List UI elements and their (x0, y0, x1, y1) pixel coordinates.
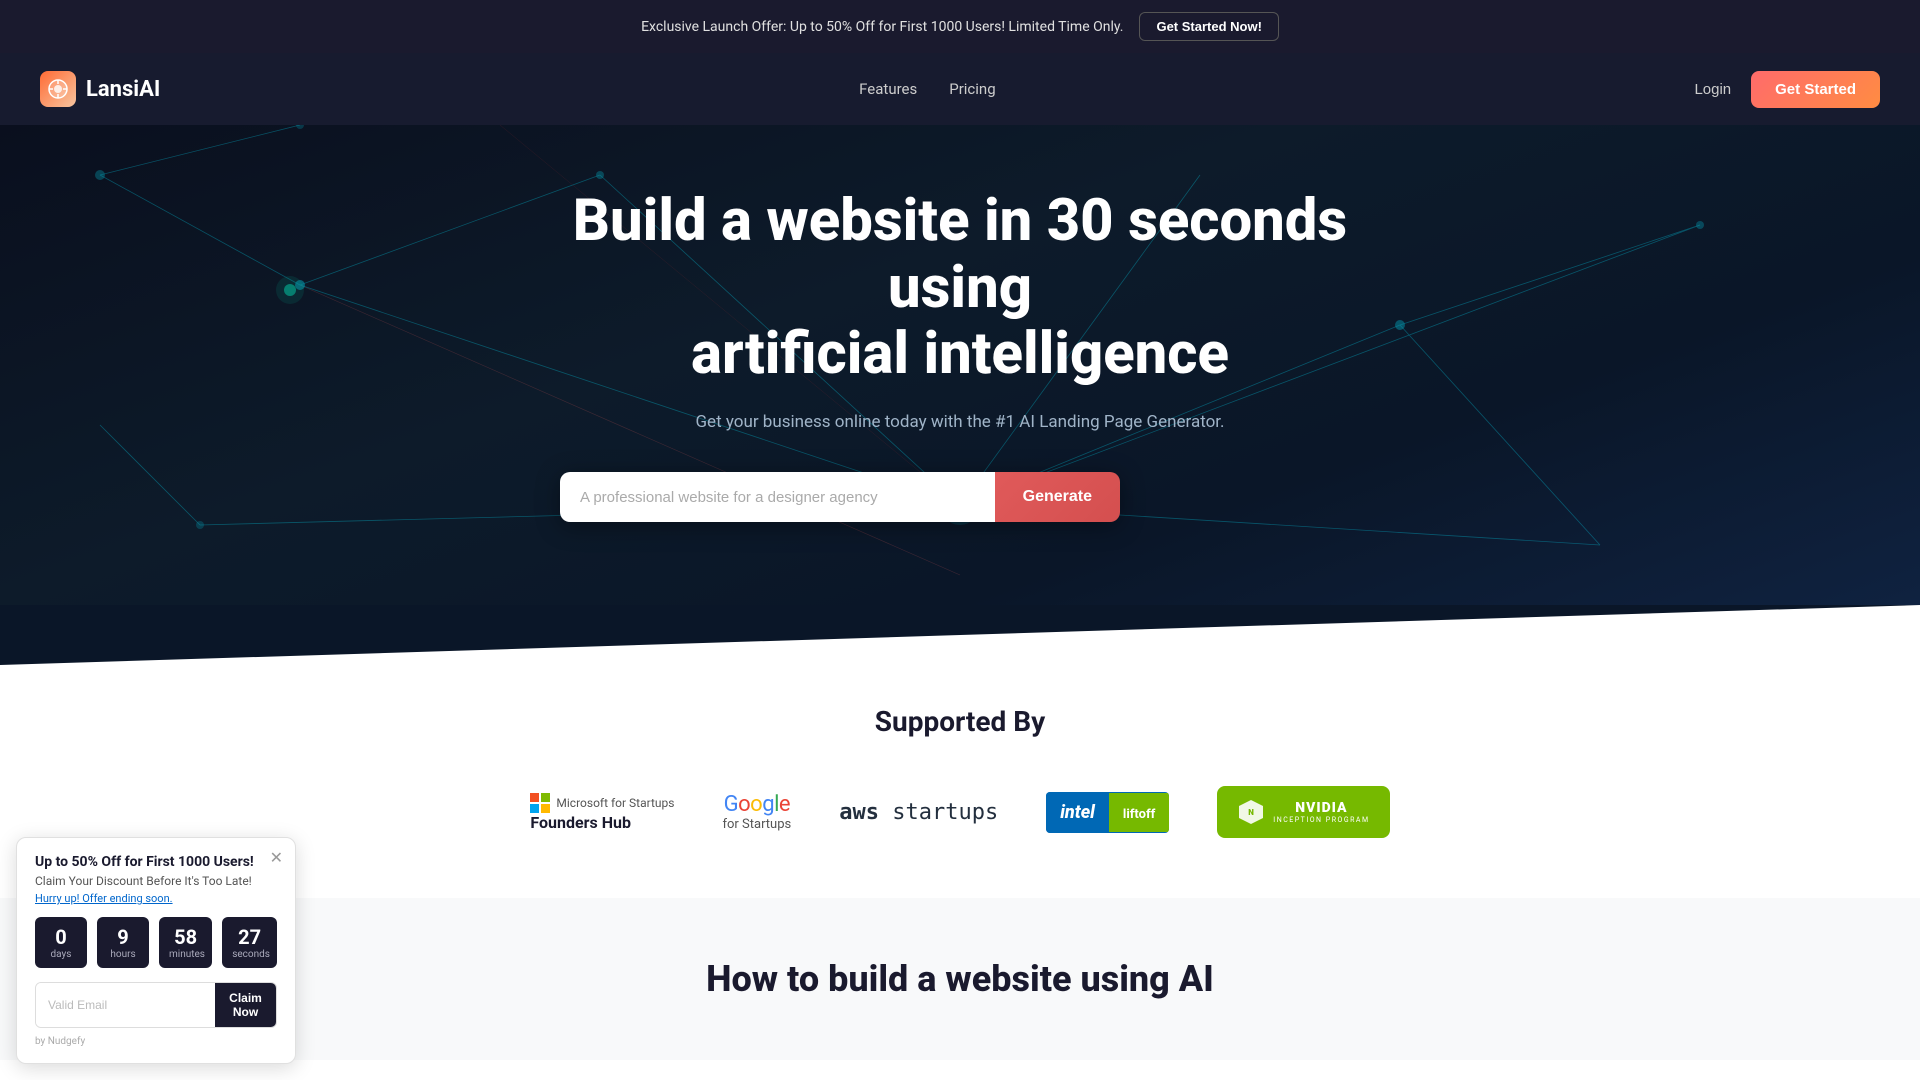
countdown-days: 0 days (35, 917, 87, 968)
nav-links: Features Pricing (859, 80, 995, 98)
hero-subtitle: Get your business online today with the … (560, 412, 1360, 432)
svg-text:N: N (1248, 808, 1254, 817)
logo-text: LansiAI (86, 77, 160, 102)
promo-subtitle: Claim Your Discount Before It's Too Late… (35, 874, 277, 888)
announcement-bar: Exclusive Launch Offer: Up to 50% Off fo… (0, 0, 1920, 53)
hero-title: Build a website in 30 seconds using arti… (560, 188, 1360, 388)
navbar: LansiAI Features Pricing Login Get Start… (0, 53, 1920, 125)
nav-features[interactable]: Features (859, 80, 917, 98)
promo-title: Up to 50% Off for First 1000 Users! (35, 854, 277, 870)
logo-icon (40, 71, 76, 107)
how-to-title: How to build a website using AI (20, 958, 1900, 1000)
logos-row: Microsoft for Startups Founders Hub Goog… (20, 786, 1900, 838)
promo-input-row: Claim Now (35, 982, 277, 1028)
announcement-cta-button[interactable]: Get Started Now! (1139, 12, 1278, 41)
promo-hurry-text[interactable]: Hurry up! Offer ending soon. (35, 892, 277, 905)
promo-popup: ✕ Up to 50% Off for First 1000 Users! Cl… (16, 837, 296, 1064)
hero-input-group: Generate (560, 472, 1120, 522)
logo-link[interactable]: LansiAI (40, 71, 160, 107)
google-startups-logo: Google for Startups (722, 792, 791, 832)
supported-title: Supported By (20, 705, 1900, 738)
promo-by: by Nudgefy (35, 1036, 277, 1047)
countdown-row: 0 days 9 hours 58 minutes 27 seconds (35, 917, 277, 968)
announcement-text: Exclusive Launch Offer: Up to 50% Off fo… (641, 19, 1123, 35)
countdown-seconds: 27 seconds (222, 917, 277, 968)
countdown-minutes: 58 minutes (159, 917, 212, 968)
countdown-hours: 9 hours (97, 917, 149, 968)
website-description-input[interactable] (560, 472, 995, 522)
nav-get-started-button[interactable]: Get Started (1751, 71, 1880, 108)
nvidia-logo: N NVIDIA INCEPTION PROGRAM (1217, 786, 1389, 838)
promo-close-button[interactable]: ✕ (270, 848, 283, 868)
nav-right: Login Get Started (1694, 71, 1880, 108)
hero-section: Build a website in 30 seconds using arti… (0, 125, 1920, 605)
hero-cutoff (0, 605, 1920, 665)
hero-content: Build a website in 30 seconds using arti… (560, 188, 1360, 522)
generate-button[interactable]: Generate (995, 472, 1120, 522)
ms-founders-logo: Microsoft for Startups Founders Hub (530, 793, 674, 832)
intel-liftoff-logo: intel liftoff (1046, 792, 1169, 833)
aws-startups-logo: aws startups (839, 800, 998, 825)
claim-button[interactable]: Claim Now (215, 983, 276, 1027)
nav-pricing[interactable]: Pricing (949, 80, 995, 98)
promo-email-input[interactable] (36, 983, 215, 1027)
login-button[interactable]: Login (1694, 81, 1731, 98)
